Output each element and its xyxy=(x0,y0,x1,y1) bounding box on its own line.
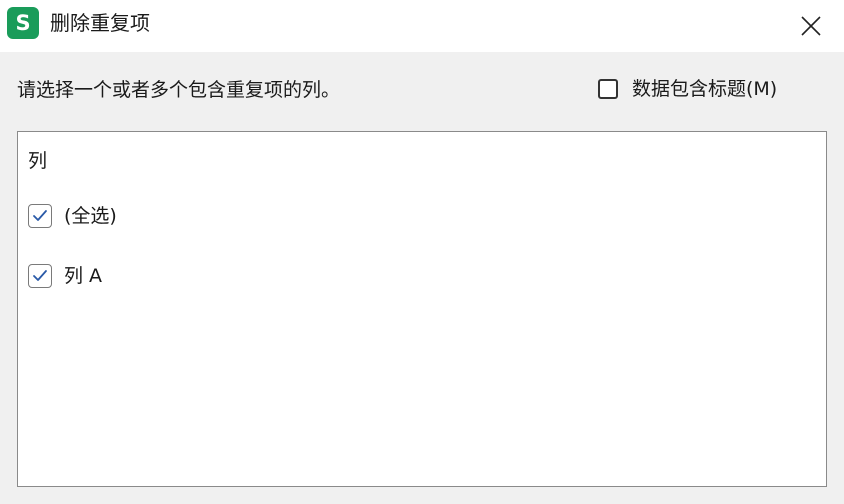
data-has-headers-option[interactable]: 数据包含标题(M) xyxy=(598,75,777,103)
column-a-checkbox[interactable] xyxy=(28,264,52,288)
column-list-header: 列 xyxy=(28,150,48,172)
list-item-select-all[interactable]: (全选) xyxy=(28,202,117,230)
column-a-label: 列 A xyxy=(64,265,103,287)
data-has-headers-checkbox[interactable] xyxy=(598,79,618,99)
select-all-checkbox[interactable] xyxy=(28,204,52,228)
instruction-text: 请选择一个或者多个包含重复项的列。 xyxy=(17,79,341,101)
close-button[interactable] xyxy=(787,6,835,46)
checkmark-icon xyxy=(33,210,47,221)
app-logo-icon: S xyxy=(7,7,39,39)
select-all-label: (全选) xyxy=(64,205,117,227)
dialog-title: 删除重复项 xyxy=(50,11,150,35)
checkmark-icon xyxy=(33,270,47,281)
data-has-headers-label: 数据包含标题(M) xyxy=(632,78,778,100)
close-icon xyxy=(801,16,821,36)
remove-duplicates-dialog: S 删除重复项 请选择一个或者多个包含重复项的列。 数据包含标题(M) 列 (全… xyxy=(0,0,844,504)
title-bar: S 删除重复项 xyxy=(0,0,844,52)
list-item-column-a[interactable]: 列 A xyxy=(28,262,102,290)
column-list[interactable]: 列 (全选) 列 A xyxy=(17,131,827,487)
